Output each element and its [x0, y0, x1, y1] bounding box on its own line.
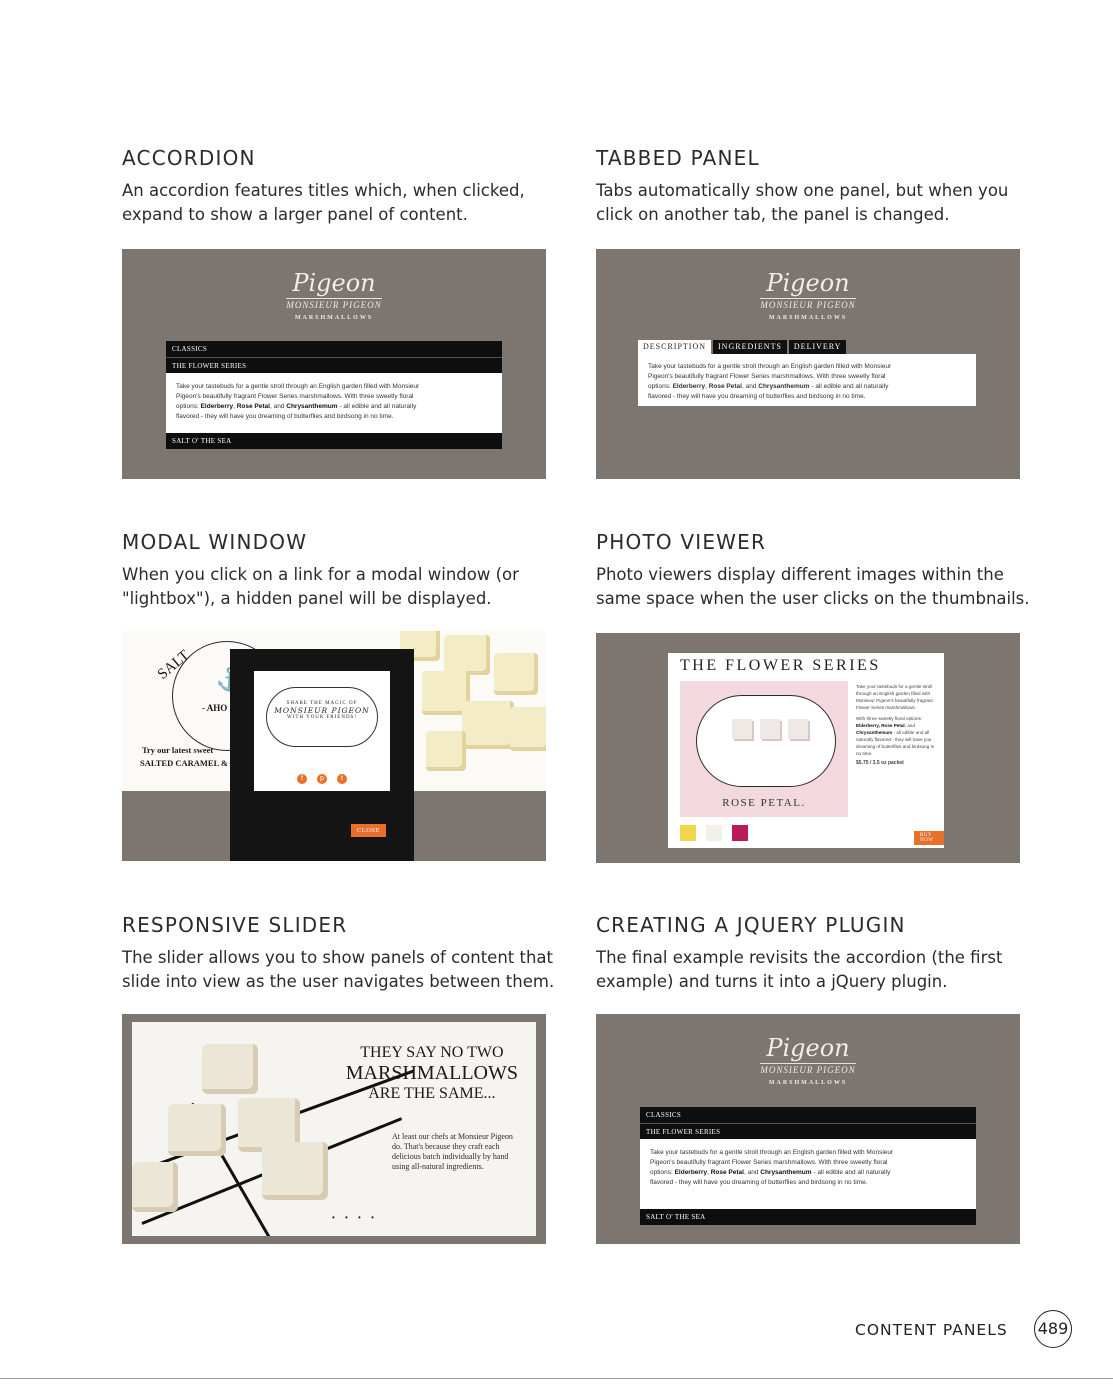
- section-description: Photo viewers display different images w…: [596, 565, 1030, 608]
- buy-now-button[interactable]: BUY NOW: [914, 831, 944, 845]
- accordion-screenshot: Pigeon MONSIEUR PIGEON MARSHMALLOWS CLAS…: [122, 249, 546, 479]
- marshmallow-image: [510, 707, 546, 751]
- thumbnail-elderberry[interactable]: [680, 825, 696, 841]
- modal-window: SHARE THE MAGIC OF MONSIEUR PIGEON WITH …: [230, 649, 414, 861]
- accordion-widget: CLASSICS THE FLOWER SERIES Take your tas…: [166, 341, 502, 449]
- accordion-title-salt[interactable]: SALT O' THE SEA: [640, 1209, 976, 1225]
- ahoy-text: - AHO: [202, 703, 228, 713]
- promo-text-2: SALTED CARAMEL &: [140, 758, 229, 768]
- photo-caption: ROSE PETAL.: [722, 797, 806, 809]
- page-number: 489: [1034, 1310, 1072, 1348]
- tab-delivery[interactable]: DELIVERY: [788, 340, 847, 354]
- accordion-section: ACCORDION An accordion features titles w…: [122, 146, 525, 227]
- photo-viewer-card: THE FLOWER SERIES ROSE PETAL. Take your …: [668, 653, 944, 848]
- marshmallow-image: [462, 701, 514, 749]
- marshmallow-image: [760, 719, 780, 739]
- pigeon-logo: Pigeon MONSIEUR PIGEON MARSHMALLOWS: [286, 269, 382, 321]
- pigeon-logo: Pigeon MONSIEUR PIGEON MARSHMALLOWS: [760, 269, 856, 321]
- page-bottom-rule: [0, 1378, 1113, 1379]
- thumbnail-rose-petal[interactable]: [706, 825, 722, 841]
- modal-content: SHARE THE MAGIC OF MONSIEUR PIGEON WITH …: [254, 671, 390, 791]
- section-title: PHOTO VIEWER: [596, 530, 767, 554]
- cloud-ornament: [696, 695, 836, 787]
- section-description: An accordion features titles which, when…: [122, 181, 525, 224]
- pinterest-icon[interactable]: p: [317, 774, 327, 784]
- tab-ingredients[interactable]: INGREDIENTS: [713, 340, 787, 354]
- accordion-title-flower-series[interactable]: THE FLOWER SERIES: [166, 357, 502, 373]
- twitter-icon[interactable]: t: [337, 774, 347, 784]
- close-button[interactable]: CLOSE: [350, 824, 386, 837]
- pigeon-logo: Pigeon MONSIEUR PIGEON MARSHMALLOWS: [760, 1034, 856, 1086]
- slide: THEY SAY NO TWO MARSHMALLOWS ARE THE SAM…: [132, 1022, 536, 1236]
- tabbed-panel-screenshot: Pigeon MONSIEUR PIGEON MARSHMALLOWS DESC…: [596, 249, 1020, 479]
- friends-text: WITH YOUR FRIENDS!: [286, 715, 358, 720]
- section-title: TABBED PANEL: [596, 146, 760, 170]
- marshmallow-image: [202, 1044, 258, 1094]
- accordion-title-salt[interactable]: SALT O' THE SEA: [166, 433, 502, 449]
- section-title: CREATING A JQUERY PLUGIN: [596, 913, 906, 937]
- modal-window-section: MODAL WINDOW When you click on a link fo…: [122, 530, 519, 611]
- product-description: Take your tastebuds for a gentle stroll …: [856, 684, 935, 766]
- jquery-plugin-screenshot: Pigeon MONSIEUR PIGEON MARSHMALLOWS CLAS…: [596, 1014, 1020, 1244]
- marshmallow-image: [494, 653, 538, 695]
- photo-viewer-section: PHOTO VIEWER Photo viewers display diffe…: [596, 530, 1030, 611]
- thumbnail-chrysanthemum[interactable]: [732, 825, 748, 841]
- facebook-icon[interactable]: f: [297, 774, 307, 784]
- accordion-panel: Take your tastebuds for a gentle stroll …: [166, 373, 502, 433]
- marshmallow-image: [732, 719, 752, 739]
- responsive-slider-section: RESPONSIVE SLIDER The slider allows you …: [122, 913, 554, 994]
- slide-heading: THEY SAY NO TWO MARSHMALLOWS ARE THE SAM…: [345, 1044, 518, 1102]
- photo-viewer-title: THE FLOWER SERIES: [680, 657, 881, 674]
- section-description: When you click on a link for a modal win…: [122, 565, 519, 608]
- marshmallow-image: [444, 635, 490, 675]
- section-description: The slider allows you to show panels of …: [122, 948, 555, 991]
- tab-panel-content: Take your tastebuds for a gentle stroll …: [638, 354, 976, 406]
- photo-viewer-screenshot: THE FLOWER SERIES ROSE PETAL. Take your …: [596, 633, 1020, 863]
- jquery-plugin-section: CREATING A JQUERY PLUGIN The final examp…: [596, 913, 1002, 994]
- marshmallow-image: [262, 1142, 328, 1200]
- marshmallow-image: [426, 731, 466, 771]
- section-description: Tabs automatically show one panel, but w…: [596, 181, 1009, 224]
- tabbed-panel-section: TABBED PANEL Tabs automatically show one…: [596, 146, 1008, 227]
- marshmallow-image: [132, 1162, 178, 1212]
- responsive-slider-screenshot: THEY SAY NO TWO MARSHMALLOWS ARE THE SAM…: [122, 1014, 546, 1244]
- brand-text: MONSIEUR PIGEON: [274, 706, 370, 715]
- running-footer: CONTENT PANELS: [855, 1321, 1008, 1339]
- slider-nav-dots[interactable]: • • • •: [332, 1213, 378, 1222]
- promo-text: Try our latest sweet: [142, 745, 214, 755]
- accordion-title-classics[interactable]: CLASSICS: [166, 341, 502, 357]
- accordion-title-classics[interactable]: CLASSICS: [640, 1107, 976, 1123]
- tab-bar: DESCRIPTION INGREDIENTS DELIVERY: [638, 340, 848, 354]
- accordion-widget: CLASSICS THE FLOWER SERIES Take your tas…: [640, 1107, 976, 1225]
- marshmallow-image: [168, 1104, 226, 1156]
- modal-window-screenshot: SALT ⚓ - AHO Try our latest sweet SALTED…: [122, 631, 546, 861]
- price: $5.75 / 3.5 oz packet: [856, 760, 904, 766]
- section-title: ACCORDION: [122, 146, 256, 170]
- section-title: RESPONSIVE SLIDER: [122, 913, 348, 937]
- main-photo: ROSE PETAL.: [680, 681, 848, 817]
- accordion-panel: Take your tastebuds for a gentle stroll …: [640, 1139, 976, 1209]
- tab-description[interactable]: DESCRIPTION: [638, 340, 712, 354]
- section-description: The final example revisits the accordion…: [596, 948, 1003, 991]
- section-title: MODAL WINDOW: [122, 530, 308, 554]
- accordion-title-flower-series[interactable]: THE FLOWER SERIES: [640, 1123, 976, 1139]
- slide-body: At least our chefs at Monsieur Pigeon do…: [392, 1132, 513, 1171]
- marshmallow-image: [788, 719, 808, 739]
